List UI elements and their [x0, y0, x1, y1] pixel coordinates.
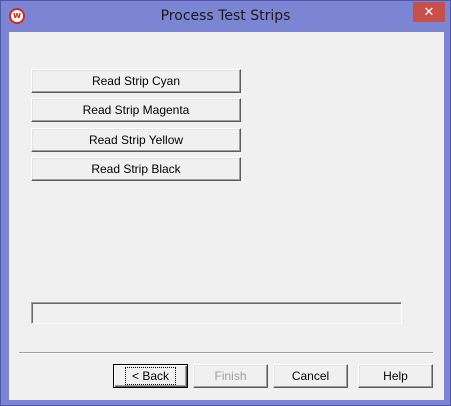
read-strip-magenta-button[interactable]: Read Strip Magenta — [31, 98, 241, 122]
cancel-button[interactable]: Cancel — [273, 364, 348, 388]
progress-bar — [31, 302, 402, 324]
back-button-label: < Back — [124, 367, 177, 385]
read-strip-cyan-button[interactable]: Read Strip Cyan — [31, 69, 241, 93]
back-button[interactable]: < Back — [113, 364, 188, 388]
dialog-window: w Process Test Strips ✕ Read Strip Cyan … — [0, 0, 451, 406]
finish-button[interactable]: Finish — [193, 364, 268, 388]
window-title: Process Test Strips — [160, 8, 291, 24]
title-bar[interactable]: w Process Test Strips ✕ — [1, 1, 450, 31]
help-button[interactable]: Help — [358, 364, 433, 388]
close-button[interactable]: ✕ — [413, 2, 445, 22]
dialog-body: Read Strip Cyan Read Strip Magenta Read … — [9, 32, 444, 400]
close-icon: ✕ — [423, 4, 435, 20]
footer-divider — [19, 352, 433, 354]
read-strip-black-button[interactable]: Read Strip Black — [31, 157, 241, 181]
read-strip-yellow-button[interactable]: Read Strip Yellow — [31, 128, 241, 152]
